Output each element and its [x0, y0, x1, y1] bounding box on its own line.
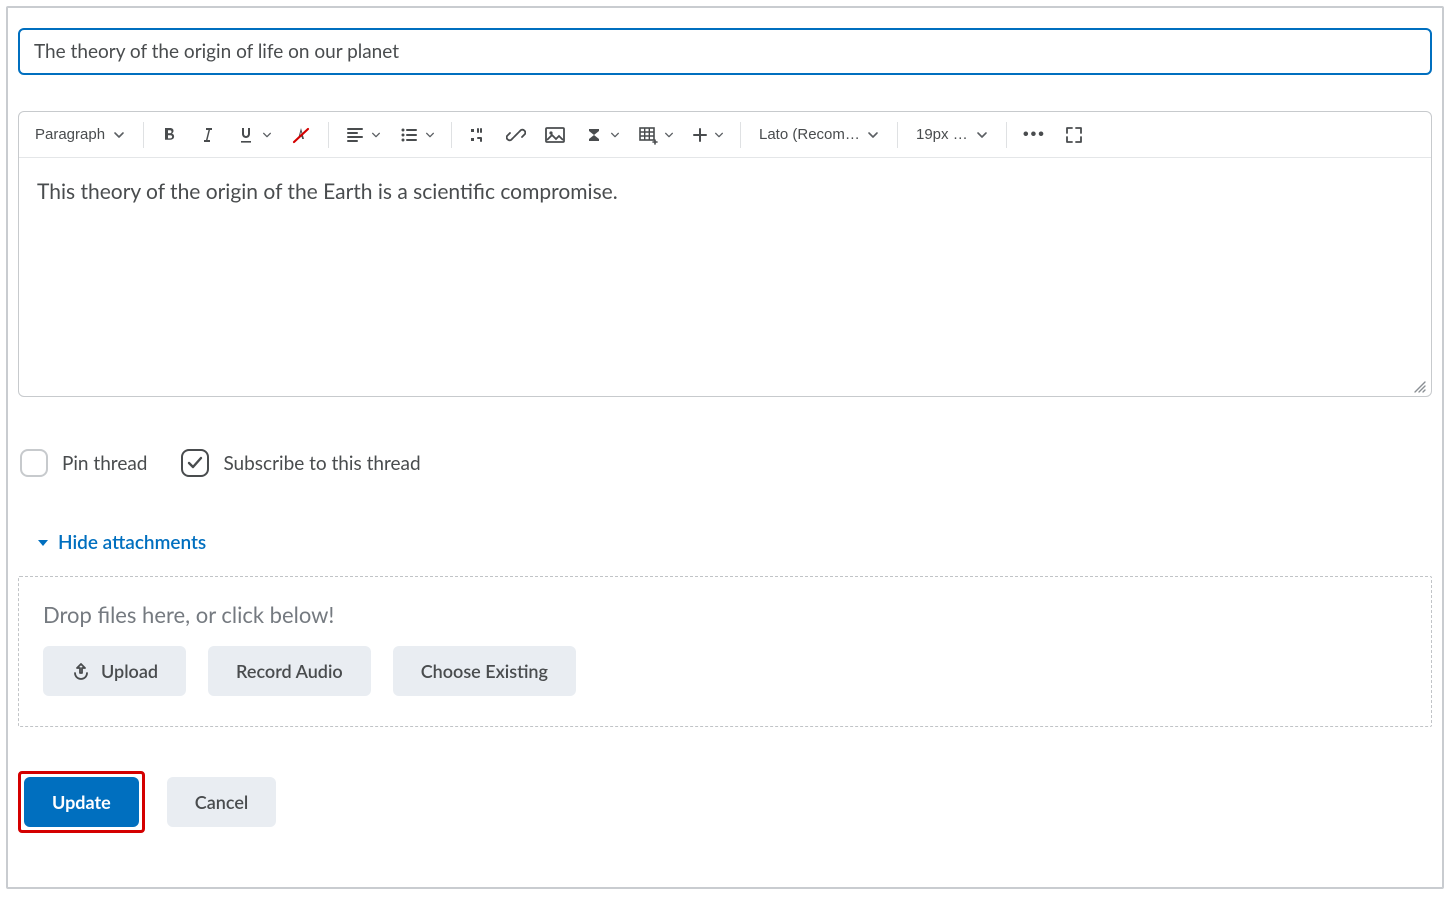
chevron-down-icon	[262, 130, 272, 140]
subscribe-checkbox[interactable]: Subscribe to this thread	[181, 449, 420, 477]
cancel-button[interactable]: Cancel	[167, 777, 277, 827]
font-family-select[interactable]: Lato (Recom…	[749, 117, 889, 153]
dropzone-label: Drop files here, or click below!	[43, 601, 1407, 628]
align-button[interactable]	[337, 117, 389, 153]
fullscreen-button[interactable]	[1056, 117, 1092, 153]
record-audio-button[interactable]: Record Audio	[208, 646, 371, 696]
fullscreen-icon	[1064, 125, 1084, 145]
chevron-down-icon	[976, 129, 988, 141]
toolbar-separator	[143, 122, 144, 148]
font-color-icon	[290, 124, 312, 146]
plus-icon	[692, 127, 708, 143]
choose-existing-label: Choose Existing	[421, 660, 548, 682]
cancel-label: Cancel	[195, 791, 249, 813]
font-color-button[interactable]	[282, 117, 320, 153]
insert-image-button[interactable]	[536, 117, 574, 153]
toolbar-separator	[897, 122, 898, 148]
chevron-down-icon	[714, 130, 724, 140]
rich-text-editor: Paragraph	[18, 111, 1432, 397]
thread-title-input[interactable]	[18, 28, 1432, 75]
update-button-highlight: Update	[18, 771, 145, 833]
table-icon	[638, 125, 658, 145]
toolbar-separator	[451, 122, 452, 148]
underline-button[interactable]	[228, 117, 280, 153]
footer-buttons-row: Update Cancel	[18, 771, 1432, 833]
font-size-label: 19px …	[916, 126, 968, 143]
insert-stuff-button[interactable]	[460, 117, 496, 153]
pin-thread-checkbox[interactable]: Pin thread	[20, 449, 147, 477]
resize-grip-icon[interactable]	[1411, 378, 1427, 394]
italic-icon	[198, 125, 218, 145]
upload-button[interactable]: Upload	[43, 646, 186, 696]
paragraph-style-select[interactable]: Paragraph	[25, 117, 135, 153]
toolbar-separator	[740, 122, 741, 148]
chevron-down-icon	[425, 130, 435, 140]
attachment-dropzone[interactable]: Drop files here, or click below! Upload …	[18, 576, 1432, 727]
editor-content-area[interactable]: This theory of the origin of the Earth i…	[19, 158, 1431, 396]
editor-frame: Paragraph	[6, 6, 1444, 889]
underline-icon	[236, 125, 256, 145]
font-size-select[interactable]: 19px …	[906, 117, 998, 153]
chevron-down-icon	[371, 130, 381, 140]
align-left-icon	[345, 125, 365, 145]
insert-more-button[interactable]	[684, 117, 732, 153]
checkbox-box	[20, 449, 48, 477]
chevron-down-icon	[610, 130, 620, 140]
check-icon	[186, 454, 204, 472]
chevron-down-icon	[867, 129, 879, 141]
attachment-buttons-row: Upload Record Audio Choose Existing	[43, 646, 1407, 696]
upload-label: Upload	[101, 660, 158, 682]
upload-icon	[71, 661, 91, 681]
font-family-label: Lato (Recom…	[759, 126, 860, 143]
sigma-icon	[584, 125, 604, 145]
insert-link-button[interactable]	[498, 117, 534, 153]
choose-existing-button[interactable]: Choose Existing	[393, 646, 576, 696]
record-audio-label: Record Audio	[236, 660, 343, 682]
pin-thread-label: Pin thread	[62, 452, 147, 475]
paragraph-style-label: Paragraph	[35, 126, 105, 143]
bold-button[interactable]	[152, 117, 188, 153]
link-icon	[506, 125, 526, 145]
subscribe-label: Subscribe to this thread	[223, 452, 420, 475]
update-label: Update	[52, 791, 111, 813]
thread-options-row: Pin thread Subscribe to this thread	[18, 449, 1432, 477]
list-button[interactable]	[391, 117, 443, 153]
more-actions-button[interactable]: •••	[1015, 117, 1054, 153]
bold-icon	[160, 125, 180, 145]
image-icon	[544, 125, 566, 145]
insert-stuff-icon	[468, 125, 488, 145]
ellipsis-icon: •••	[1023, 126, 1046, 144]
equation-button[interactable]	[576, 117, 628, 153]
checkbox-box	[181, 449, 209, 477]
table-button[interactable]	[630, 117, 682, 153]
update-button[interactable]: Update	[24, 777, 139, 827]
toggle-attachments-button[interactable]: Hide attachments	[18, 531, 206, 554]
toggle-attachments-label: Hide attachments	[58, 531, 206, 554]
toolbar-separator	[328, 122, 329, 148]
toolbar-separator	[1006, 122, 1007, 148]
chevron-down-icon	[664, 130, 674, 140]
bullet-list-icon	[399, 125, 419, 145]
italic-button[interactable]	[190, 117, 226, 153]
caret-down-icon	[36, 536, 50, 550]
chevron-down-icon	[113, 129, 125, 141]
editor-toolbar: Paragraph	[19, 112, 1431, 158]
